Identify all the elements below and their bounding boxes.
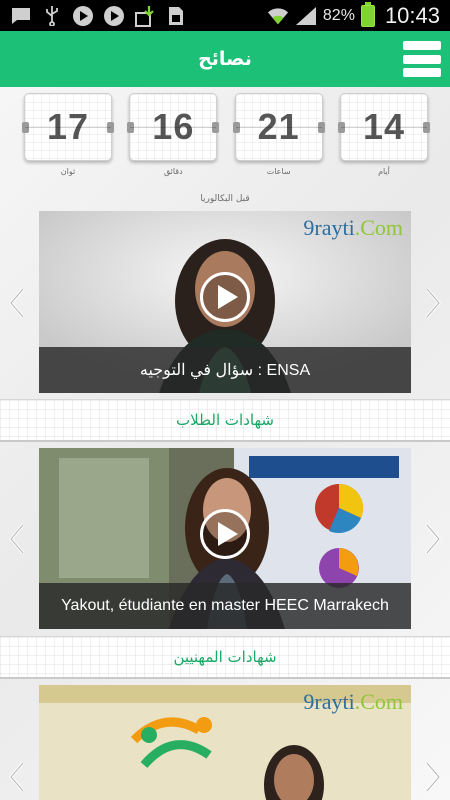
chevron-left-icon[interactable] [6, 285, 28, 321]
section-title: شهادات الطلاب [176, 411, 274, 429]
flip-card: 16 [127, 93, 220, 161]
usb-icon [41, 5, 63, 26]
video-carousel-students: Yakout, étudiante en master HEEC Marrake… [0, 448, 450, 629]
chevron-right-icon[interactable] [422, 285, 444, 321]
countdown-minutes: 16 دقائق [127, 93, 220, 183]
countdown-label: دقائق [163, 167, 183, 176]
app-header: نصائح [0, 31, 450, 87]
play-icon [103, 5, 125, 26]
video-caption: Yakout, étudiante en master HEEC Marrake… [61, 597, 389, 614]
play-button-icon[interactable] [200, 508, 250, 559]
countdown-label: ساعات [266, 167, 291, 176]
section-header-professionals[interactable]: شهادات المهنيين [0, 636, 450, 679]
page-title: نصائح [198, 48, 252, 70]
countdown-value: 17 [46, 106, 90, 147]
countdown-label: أيام [378, 167, 390, 176]
countdown-caption: قبل البكالوريا [200, 194, 250, 204]
countdown: 14 أيام 21 ساعات 16 دقائق 17 ثوان [22, 93, 430, 183]
battery-percent: 82% [322, 6, 355, 24]
wifi-icon [267, 6, 289, 26]
play-button-icon[interactable] [200, 272, 250, 322]
countdown-days: 14 أيام [337, 93, 430, 183]
signal-icon [295, 6, 317, 26]
video-carousel-professionals: 9rayti.Com [0, 685, 450, 800]
video-caption-bar: سؤال في التوجيه : ENSA [39, 347, 411, 393]
clock: 10:43 [384, 2, 440, 28]
video-thumbnail[interactable]: 9rayti.Com [39, 685, 411, 800]
battery-icon [360, 1, 375, 27]
flip-card: 21 [232, 93, 325, 161]
video-thumbnail[interactable]: 9rayti.Com سؤال في التوجيه : ENSA [39, 211, 411, 393]
play-icon [72, 5, 94, 26]
video-caption-bar: Yakout, étudiante en master HEEC Marrake… [39, 583, 411, 629]
chevron-right-icon[interactable] [422, 759, 444, 795]
section-header-students[interactable]: شهادات الطلاب [0, 399, 450, 442]
flip-card: 14 [337, 93, 430, 161]
video-caption: سؤال في التوجيه : ENSA [139, 362, 311, 379]
message-icon [10, 6, 32, 26]
countdown-seconds: 17 ثوان [22, 93, 114, 183]
countdown-label: ثوان [60, 167, 76, 176]
section-title: شهادات المهنيين [173, 648, 277, 666]
countdown-value: 14 [362, 106, 405, 147]
chevron-left-icon[interactable] [6, 759, 28, 795]
countdown-value: 21 [257, 106, 300, 147]
flip-card: 17 [22, 93, 114, 161]
brand-logo: 9rayti.Com [303, 215, 403, 240]
sim-icon [165, 6, 187, 26]
hamburger-menu-icon[interactable] [403, 41, 441, 77]
status-bar: 82% 10:43 [0, 0, 450, 31]
brand-logo: 9rayti.Com [303, 689, 403, 714]
countdown-value: 16 [152, 106, 195, 147]
chevron-left-icon[interactable] [6, 521, 28, 557]
download-icon [134, 5, 156, 27]
video-carousel-advice: 9rayti.Com سؤال في التوجيه : ENSA [0, 211, 450, 393]
chevron-right-icon[interactable] [422, 521, 444, 557]
countdown-hours: 21 ساعات [232, 93, 325, 183]
video-thumbnail[interactable]: Yakout, étudiante en master HEEC Marrake… [39, 448, 411, 629]
